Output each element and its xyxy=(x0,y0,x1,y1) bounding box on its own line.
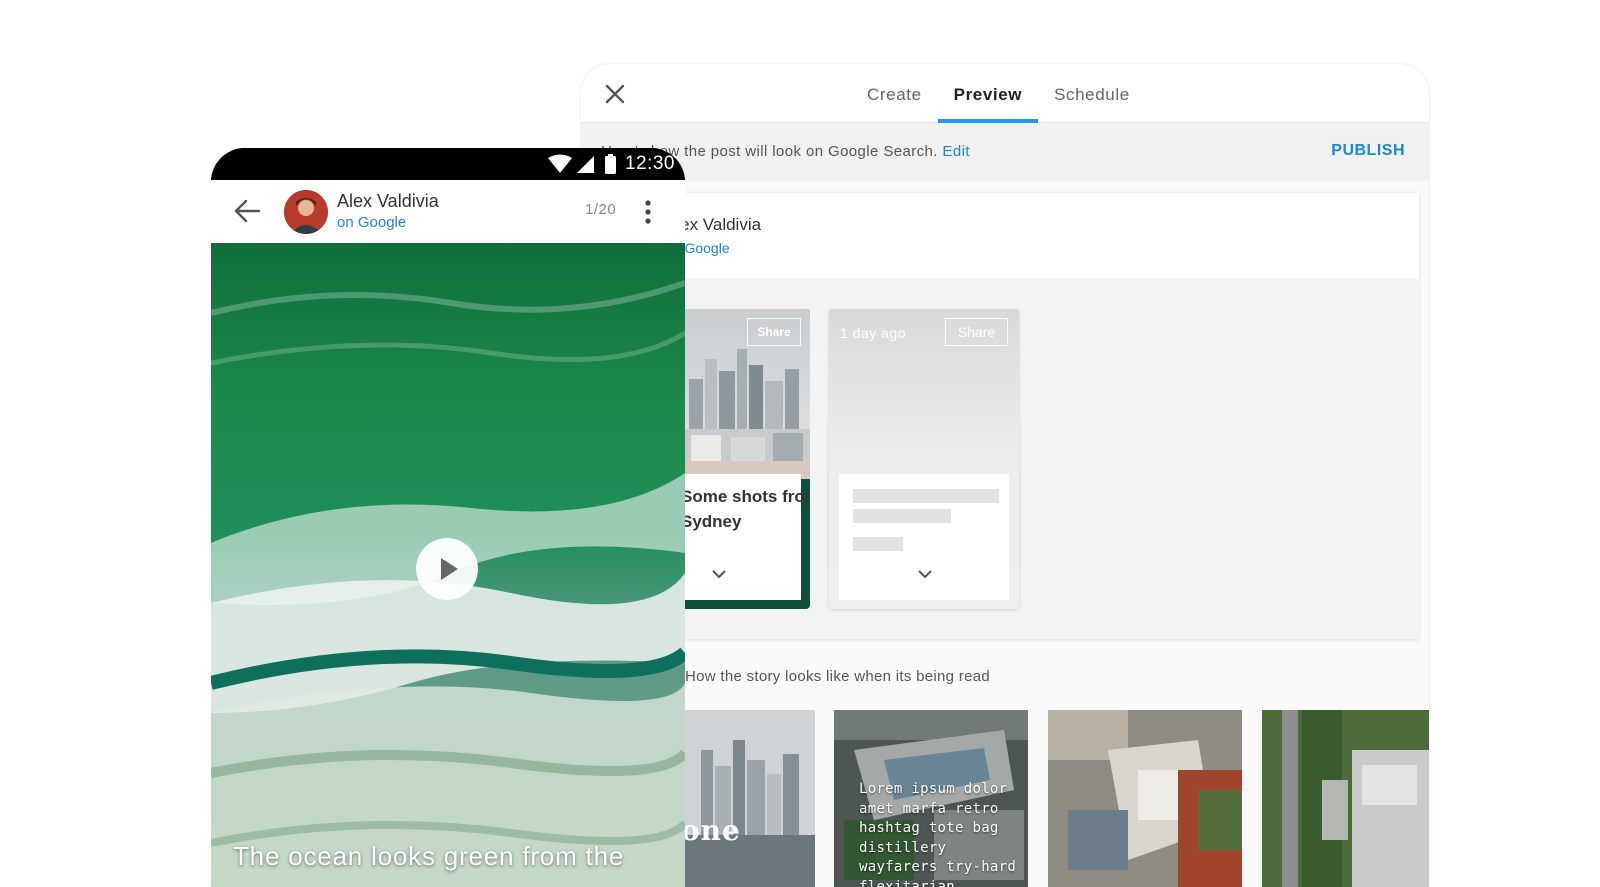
story-card-placeholder[interactable]: 1 day ago Share xyxy=(829,309,1019,609)
battery-icon xyxy=(605,156,616,174)
page-headline: one xyxy=(681,814,741,847)
more-vert-icon[interactable] xyxy=(641,198,655,226)
aerial-street-image xyxy=(1262,710,1429,887)
share-button[interactable]: Share xyxy=(945,318,1008,346)
story-caption: The ocean looks green from the xyxy=(233,841,625,871)
story-carousel: Share Some shots from Sydney 1 day ago S… xyxy=(591,279,1419,639)
tab-schedule[interactable]: Schedule xyxy=(1038,64,1146,123)
placeholder-line xyxy=(853,537,903,551)
publish-button[interactable]: PUBLISH xyxy=(1331,142,1405,160)
back-arrow-icon[interactable] xyxy=(233,198,261,224)
chevron-down-icon[interactable] xyxy=(711,569,727,579)
author-sub[interactable]: on Google xyxy=(337,214,406,231)
story-card-info xyxy=(839,474,1009,600)
search-card-header: Alex Valdivia on Google xyxy=(591,193,1419,279)
preview-info-bar: Here's how the post will look on Google … xyxy=(581,123,1429,181)
signal-icon xyxy=(577,156,594,173)
story-time: 1 day ago xyxy=(840,325,906,341)
story-page-4[interactable] xyxy=(1262,710,1429,887)
editor-header: Create Preview Schedule xyxy=(581,64,1429,123)
status-time: 12:30 xyxy=(624,153,675,174)
story-page-3[interactable] xyxy=(1048,710,1242,887)
avatar[interactable] xyxy=(284,190,328,234)
phone-preview: 12:30 Alex Valdivia on Google 1/20 The o… xyxy=(211,148,685,887)
story-card-info: Some shots from Sydney xyxy=(681,474,810,600)
aerial-building-image xyxy=(1048,710,1242,887)
tab-create[interactable]: Create xyxy=(851,64,938,123)
reading-preview-label: How the story looks like when its being … xyxy=(685,668,991,685)
post-editor-panel: Create Preview Schedule Here's how the p… xyxy=(581,64,1429,887)
page-counter: 1/20 xyxy=(585,201,617,218)
placeholder-line xyxy=(853,489,999,503)
story-card-sydney[interactable]: Share Some shots from Sydney xyxy=(681,309,810,609)
wifi-icon xyxy=(548,154,572,173)
chevron-down-icon[interactable] xyxy=(917,569,933,579)
play-icon xyxy=(441,558,458,580)
close-icon[interactable] xyxy=(601,80,629,108)
status-bar: 12:30 xyxy=(211,148,685,180)
placeholder-line xyxy=(853,509,951,523)
story-page-1[interactable]: one xyxy=(681,710,815,887)
play-button[interactable] xyxy=(416,538,478,600)
tab-preview[interactable]: Preview xyxy=(937,64,1039,123)
edit-link[interactable]: Edit xyxy=(942,143,969,160)
share-button[interactable]: Share xyxy=(747,318,801,346)
story-page-2[interactable]: Lorem ipsum dolor amet marfa retro hasht… xyxy=(834,710,1028,887)
page-body-text: Lorem ipsum dolor amet marfa retro hasht… xyxy=(859,781,1017,887)
status-icons xyxy=(548,154,616,174)
city-skyline-image xyxy=(681,710,815,887)
story-title: Some shots from Sydney xyxy=(681,487,810,531)
editor-tabs: Create Preview Schedule xyxy=(851,64,1146,123)
author-name: Alex Valdivia xyxy=(337,191,439,211)
story-viewer-header: Alex Valdivia on Google 1/20 xyxy=(211,180,685,243)
